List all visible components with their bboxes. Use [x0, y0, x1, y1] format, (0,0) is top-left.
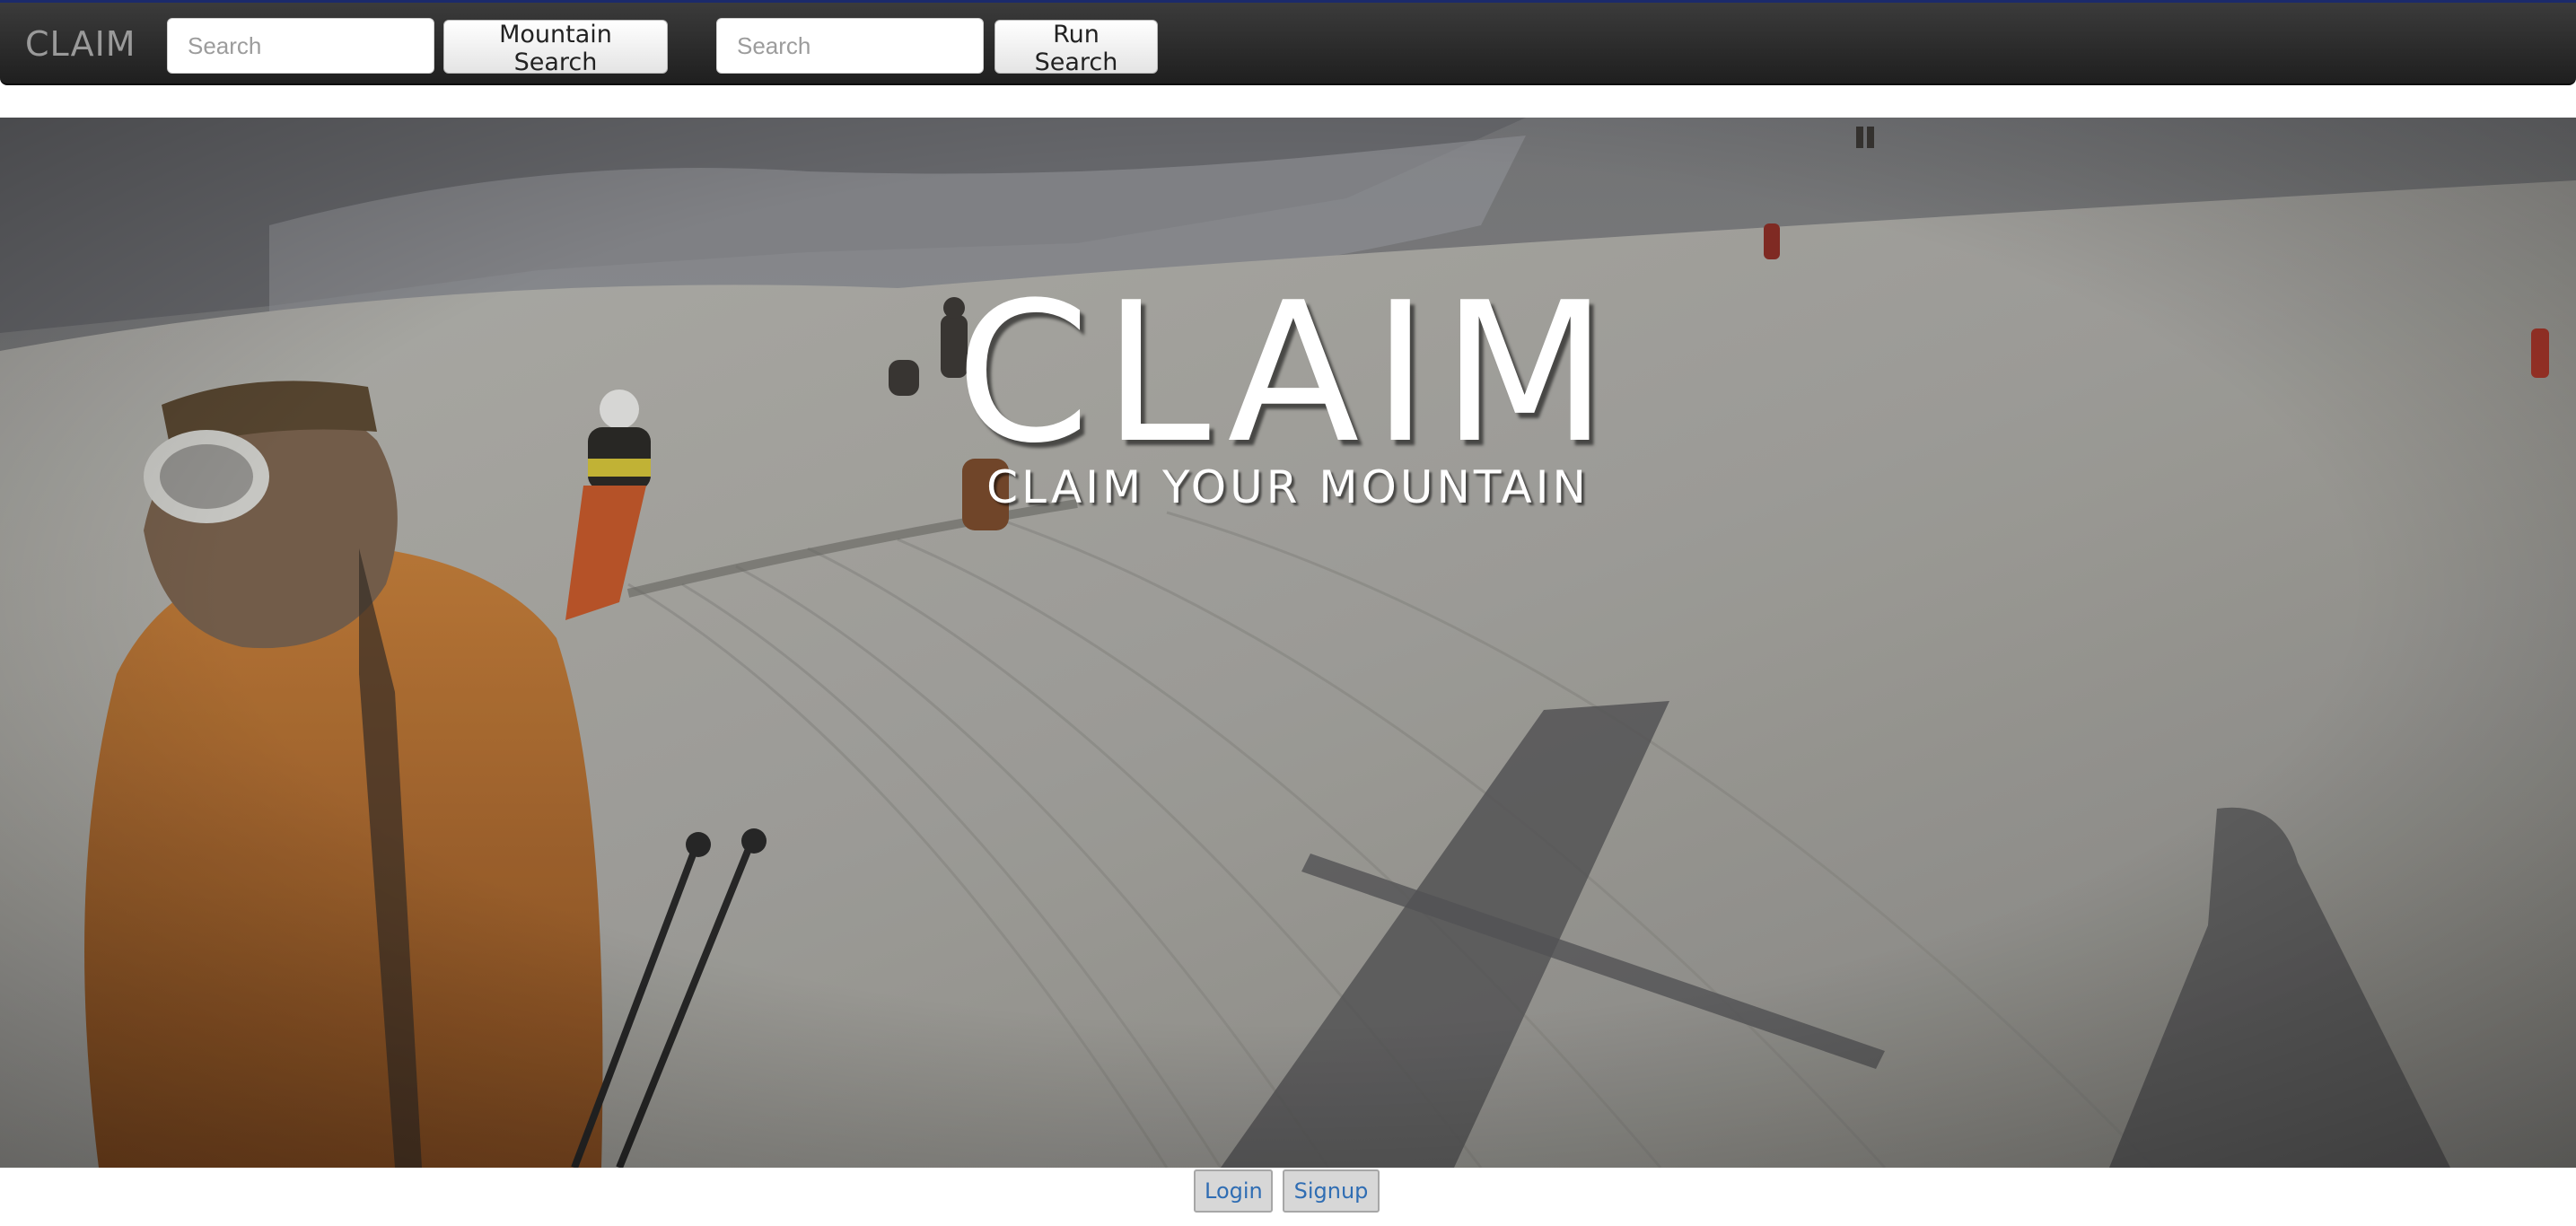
signup-button[interactable]: Signup — [1283, 1169, 1380, 1213]
mountain-search-button[interactable]: Mountain Search — [443, 20, 668, 76]
hero-subtitle: CLAIM YOUR MOUNTAIN — [986, 461, 1590, 513]
hero-banner: CLAIM CLAIM YOUR MOUNTAIN — [0, 118, 2576, 1168]
brand-logo[interactable]: CLAIM — [25, 22, 136, 66]
login-button[interactable]: Login — [1194, 1169, 1273, 1213]
mountain-search-input[interactable] — [167, 18, 434, 74]
run-search-input[interactable] — [716, 18, 984, 74]
top-navbar: CLAIM Mountain Search Run Search — [0, 0, 2576, 85]
hero-title: CLAIM — [955, 260, 1621, 486]
run-search-button[interactable]: Run Search — [994, 20, 1158, 76]
